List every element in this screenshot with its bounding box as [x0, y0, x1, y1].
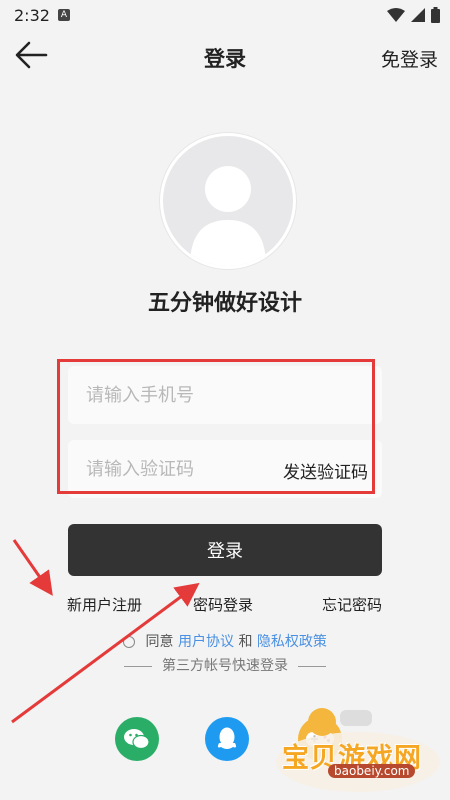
qq-icon — [217, 727, 237, 749]
agreement-row: 同意 用户协议 和 隐私权政策 — [0, 631, 450, 651]
login-button[interactable]: 登录 — [68, 524, 382, 576]
arrow-to-register — [12, 539, 53, 596]
wifi-icon — [387, 8, 405, 22]
register-link[interactable]: 新用户注册 — [67, 594, 142, 615]
forgot-password-link[interactable]: 忘记密码 — [322, 594, 382, 615]
avatar — [160, 133, 296, 269]
user-agreement-link[interactable]: 用户协议 — [178, 634, 234, 650]
divider — [124, 665, 152, 667]
skip-login-button[interactable]: 免登录 — [381, 45, 438, 72]
signal-icon — [411, 8, 425, 22]
qq-login-button[interactable] — [205, 717, 249, 761]
wechat-login-button[interactable] — [115, 717, 159, 761]
agreement-and: 和 — [238, 634, 253, 650]
annotation-highlight-box — [57, 359, 375, 494]
privacy-policy-link[interactable]: 隐私权政策 — [257, 634, 327, 650]
default-user-icon — [190, 166, 266, 266]
battery-icon — [431, 7, 440, 23]
watermark-url: baobeiy.com — [328, 764, 416, 778]
wechat-icon — [124, 729, 150, 750]
notification-icon: A — [58, 9, 70, 21]
status-bar: 2:32 A — [0, 0, 450, 32]
divider — [298, 665, 326, 667]
third-party-title-row: 第三方帐号快速登录 — [0, 655, 450, 675]
password-login-link[interactable]: 密码登录 — [193, 594, 253, 615]
app-name: 五分钟做好设计 — [147, 291, 302, 316]
status-time: 2:32 — [14, 6, 50, 25]
agreement-prefix: 同意 — [145, 634, 174, 650]
agreement-checkbox[interactable] — [123, 636, 136, 648]
status-icons — [387, 7, 440, 23]
third-party-title: 第三方帐号快速登录 — [162, 658, 288, 674]
